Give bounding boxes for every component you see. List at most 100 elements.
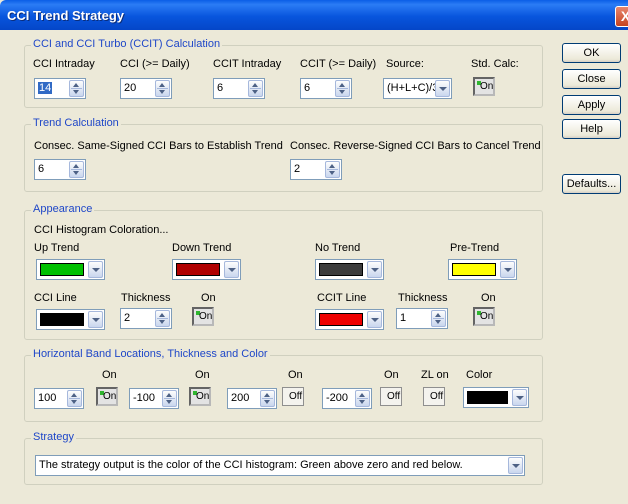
band-2-stepper[interactable]: -100 <box>129 388 179 409</box>
band-4-toggle[interactable]: Off <box>380 387 402 406</box>
band-2-value: -100 <box>133 392 156 404</box>
dialog-window: CCI Trend Strategy X OK Close Apply Help… <box>0 0 628 504</box>
ccit-line-toggle[interactable]: On <box>473 307 495 326</box>
spin-arrows-icon[interactable] <box>248 80 263 97</box>
band-1-stepper[interactable]: 100 <box>34 388 84 409</box>
spin-arrows-icon[interactable] <box>69 161 84 178</box>
chevron-down-icon[interactable] <box>512 389 527 406</box>
chevron-down-icon[interactable] <box>435 80 450 97</box>
chevron-down-icon[interactable] <box>367 261 382 278</box>
ccit-intraday-stepper[interactable]: 6 <box>213 78 265 99</box>
spin-arrows-icon[interactable] <box>431 310 446 327</box>
band-3-on-label: On <box>288 369 303 381</box>
cci-daily-stepper[interactable]: 20 <box>120 78 172 99</box>
reverse-signed-label: Consec. Reverse-Signed CCI Bars to Cance… <box>290 140 541 152</box>
trend-group: Trend Calculation Consec. Same-Signed CC… <box>24 117 543 192</box>
close-icon[interactable]: X <box>615 6 628 27</box>
band-3-stepper[interactable]: 200 <box>227 388 277 409</box>
zl-state: Off <box>430 391 444 402</box>
cci-line-color-select[interactable] <box>36 309 105 330</box>
help-button[interactable]: Help <box>562 119 621 139</box>
chevron-down-icon[interactable] <box>88 261 103 278</box>
calculation-group: CCI and CCI Turbo (CCIT) Calculation CCI… <box>24 38 543 108</box>
strategy-group: Strategy The strategy output is the colo… <box>24 431 543 485</box>
down-trend-swatch <box>176 263 220 276</box>
pre-trend-label: Pre-Trend <box>450 242 500 254</box>
chevron-down-icon[interactable] <box>367 311 382 328</box>
defaults-button[interactable]: Defaults... <box>562 174 621 194</box>
chevron-down-icon[interactable] <box>500 261 515 278</box>
down-trend-color-select[interactable] <box>172 259 241 280</box>
spin-arrows-icon[interactable] <box>162 390 177 407</box>
cci-intraday-value: 14 <box>38 82 53 94</box>
cci-line-swatch <box>40 313 84 326</box>
band-1-toggle[interactable]: On <box>96 387 118 406</box>
ccit-daily-label: CCIT (>= Daily) <box>300 58 377 70</box>
std-calc-label: Std. Calc: <box>471 58 519 70</box>
window-title: CCI Trend Strategy <box>7 8 125 23</box>
chevron-down-icon[interactable] <box>508 457 523 474</box>
band-2-state: On <box>196 391 210 402</box>
reverse-signed-stepper[interactable]: 2 <box>290 159 342 180</box>
ccit-line-swatch <box>319 313 363 326</box>
cci-line-toggle[interactable]: On <box>192 307 214 326</box>
source-label: Source: <box>386 58 424 70</box>
ccit-daily-stepper[interactable]: 6 <box>300 78 352 99</box>
same-signed-label: Consec. Same-Signed CCI Bars to Establis… <box>34 140 283 152</box>
pre-trend-swatch <box>452 263 496 276</box>
spin-arrows-icon[interactable] <box>325 161 340 178</box>
spin-arrows-icon[interactable] <box>155 80 170 97</box>
strategy-value: The strategy output is the color of the … <box>39 459 463 471</box>
ccit-thickness-value: 1 <box>400 312 407 324</box>
spin-arrows-icon[interactable] <box>335 80 350 97</box>
spin-arrows-icon[interactable] <box>355 390 370 407</box>
spin-arrows-icon[interactable] <box>260 390 275 407</box>
band-2-toggle[interactable]: On <box>189 387 211 406</box>
up-trend-color-select[interactable] <box>36 259 105 280</box>
down-trend-label: Down Trend <box>172 242 232 254</box>
reverse-signed-value: 2 <box>294 163 301 175</box>
strategy-legend: Strategy <box>31 431 76 443</box>
strategy-select[interactable]: The strategy output is the color of the … <box>35 455 525 476</box>
cci-thickness-stepper[interactable]: 2 <box>120 308 172 329</box>
band-4-value: -200 <box>326 392 349 404</box>
std-calc-toggle[interactable]: On <box>473 77 495 96</box>
ccit-line-color-select[interactable] <box>315 309 384 330</box>
band-color-select[interactable] <box>463 387 529 408</box>
cci-line-label: CCI Line <box>34 292 77 304</box>
zl-toggle[interactable]: Off <box>423 387 445 406</box>
spin-arrows-icon[interactable] <box>155 310 170 327</box>
cci-daily-label: CCI (>= Daily) <box>120 58 190 70</box>
ccit-daily-value: 6 <box>304 82 311 94</box>
chevron-down-icon[interactable] <box>88 311 103 328</box>
ccit-thickness-stepper[interactable]: 1 <box>396 308 448 329</box>
calculation-legend: CCI and CCI Turbo (CCIT) Calculation <box>31 38 223 50</box>
ccit-line-label: CCIT Line <box>317 292 367 304</box>
bands-legend: Horizontal Band Locations, Thickness and… <box>31 348 270 360</box>
band-1-state: On <box>103 391 117 402</box>
band-4-stepper[interactable]: -200 <box>322 388 372 409</box>
ccit-on-label: On <box>481 292 496 304</box>
apply-button[interactable]: Apply <box>562 95 621 115</box>
band-3-value: 200 <box>231 392 250 404</box>
cci-thickness-label: Thickness <box>121 292 171 304</box>
spin-arrows-icon[interactable] <box>67 390 82 407</box>
source-select[interactable]: (H+L+C)/3 <box>383 78 452 99</box>
spin-arrows-icon[interactable] <box>69 80 84 97</box>
cci-daily-value: 20 <box>124 82 137 94</box>
ccit-intraday-value: 6 <box>217 82 224 94</box>
same-signed-stepper[interactable]: 6 <box>34 159 86 180</box>
pre-trend-color-select[interactable] <box>448 259 517 280</box>
ok-button[interactable]: OK <box>562 43 621 63</box>
band-color-label: Color <box>466 369 493 381</box>
no-trend-color-select[interactable] <box>315 259 384 280</box>
title-bar[interactable]: CCI Trend Strategy X <box>0 0 628 30</box>
cci-intraday-stepper[interactable]: 14 <box>34 78 86 99</box>
band-4-state: Off <box>387 391 401 402</box>
appearance-group: Appearance CCI Histogram Coloration... U… <box>24 203 543 340</box>
chevron-down-icon[interactable] <box>224 261 239 278</box>
close-button[interactable]: Close <box>562 69 621 89</box>
band-3-toggle[interactable]: Off <box>282 387 304 406</box>
cci-thickness-value: 2 <box>124 312 131 324</box>
std-calc-state: On <box>480 81 494 92</box>
